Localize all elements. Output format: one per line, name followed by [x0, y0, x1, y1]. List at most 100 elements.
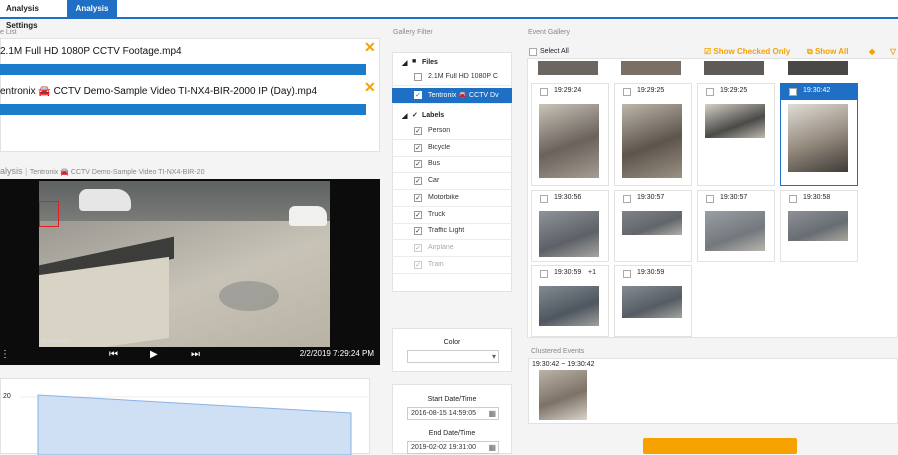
event-card[interactable]: 19:30:42 — [780, 83, 858, 186]
tree-label-checkbox[interactable]: ✓ — [414, 227, 422, 236]
chart-svg — [21, 394, 371, 455]
event-thumbnail[interactable] — [622, 211, 682, 235]
tree-label-item[interactable]: ✓ Motorbike — [392, 191, 512, 207]
event-checkbox[interactable] — [623, 270, 631, 278]
tree-label-item[interactable]: ✓ Airplane — [392, 241, 512, 257]
tree-label-text: Bus — [428, 160, 441, 168]
chart-area-series — [37, 394, 352, 455]
tree-labels-group[interactable]: ◢ ✓ Labels — [392, 109, 512, 125]
event-checkbox[interactable] — [623, 88, 631, 96]
event-thumbnail[interactable] — [539, 286, 599, 326]
select-all-label[interactable]: Select All — [540, 48, 569, 55]
tree-label-item[interactable]: ✓ Truck — [392, 208, 512, 224]
event-thumbnail[interactable] — [539, 211, 599, 257]
file-name-1[interactable]: 2.1M Full HD 1080P CCTV Footage.mp4 — [0, 46, 182, 57]
event-thumbnail[interactable] — [788, 211, 848, 241]
tree-label-item[interactable]: ✓ Train — [392, 258, 512, 274]
tree-label-item[interactable]: ✓ Bicycle — [392, 141, 512, 157]
tree-label-item[interactable]: ✓ Person — [392, 124, 512, 140]
tree-label-checkbox[interactable]: ✓ — [414, 160, 422, 169]
calendar-icon[interactable]: ▦ — [488, 442, 496, 453]
tree-label-item[interactable]: ✓ Car — [392, 174, 512, 191]
filter-icon[interactable]: ▽ — [890, 47, 896, 56]
tree-file-2-label: Tentronix 🚘 CCTV Dv — [428, 92, 499, 99]
analysis-prefix: alysis — [0, 166, 23, 176]
event-checkbox[interactable] — [789, 195, 797, 203]
scene-puddle — [219, 281, 279, 311]
tree-label-checkbox[interactable]: ✓ — [414, 210, 422, 219]
event-time: 19:30:58 — [803, 194, 831, 201]
tree-file-2-checkbox[interactable]: ✓ — [414, 91, 422, 99]
tree-label-checkbox[interactable]: ✓ — [414, 193, 422, 202]
checkbox-icon: ☑ — [704, 47, 712, 56]
event-checkbox[interactable] — [706, 88, 714, 96]
event-thumbnail[interactable] — [705, 211, 765, 251]
event-thumbnail[interactable] — [788, 104, 848, 172]
event-card[interactable]: 19:30:58 — [780, 190, 858, 262]
event-card-header: 19:29:25 — [698, 84, 774, 100]
prev-frame-icon[interactable]: ⏮ — [109, 349, 118, 360]
event-thumb-partial[interactable] — [788, 61, 848, 75]
tree-label-item[interactable]: ✓ Bus — [392, 157, 512, 174]
event-checkbox[interactable] — [789, 88, 797, 96]
tree-label-checkbox[interactable]: ✓ — [414, 127, 422, 135]
event-checkbox[interactable] — [540, 88, 548, 96]
show-checked-button[interactable]: ☑ Show Checked Only — [704, 47, 790, 56]
event-thumbnail[interactable] — [705, 104, 765, 138]
layers-icon[interactable]: ◆ — [869, 47, 875, 56]
event-thumbnail[interactable] — [622, 104, 682, 178]
end-date-field[interactable]: 2019-02-02 19:31:00 ▦ — [407, 441, 499, 454]
tree-label-checkbox[interactable]: ✓ — [414, 260, 422, 269]
clustered-range: 19:30:42 ~ 19:30:42 — [532, 361, 595, 368]
tree-label-item[interactable]: ✓ Traffic Light — [392, 224, 512, 241]
event-card[interactable]: 19:30:59 — [614, 265, 692, 337]
event-card[interactable]: 19:30:57 — [697, 190, 775, 262]
cluster-action-button[interactable] — [643, 438, 797, 454]
files-partial-check[interactable]: ■ — [412, 58, 416, 65]
tree-file-1-checkbox[interactable] — [414, 73, 422, 81]
fullscreen-icon[interactable]: ⋮ — [0, 349, 10, 360]
tree-label-checkbox[interactable]: ✓ — [414, 143, 422, 152]
tree-label-checkbox[interactable]: ✓ — [414, 243, 422, 252]
event-card[interactable]: 19:30:56 — [531, 190, 609, 262]
event-thumb-partial[interactable] — [704, 61, 764, 75]
labels-check[interactable]: ✓ — [412, 111, 418, 119]
show-checked-label: Show Checked Only — [713, 47, 791, 56]
event-card[interactable]: 19:29:25 — [697, 83, 775, 186]
event-checkbox[interactable] — [540, 195, 548, 203]
start-date-field[interactable]: 2016-08-15 14:59:05 ▦ — [407, 407, 499, 420]
video-player[interactable]: TENTRONIX ⋮ ⏮ ▶ ⏭ 2/2/2019 7:29:24 PM — [0, 179, 380, 365]
tree-file-2[interactable]: ✓ Tentronix 🚘 CCTV Dv — [392, 88, 512, 104]
play-icon[interactable]: ▶ — [150, 349, 158, 360]
tree-label-checkbox[interactable]: ✓ — [414, 177, 422, 186]
end-date-label: End Date/Time — [428, 430, 476, 437]
remove-file-2-close-icon[interactable]: ✕ — [364, 79, 376, 96]
event-thumb-partial[interactable] — [538, 61, 598, 75]
select-all-checkbox[interactable] — [529, 48, 537, 56]
collapse-icon[interactable]: ◢ — [402, 112, 407, 120]
file-name-2[interactable]: entronix 🚘 CCTV Demo-Sample Video TI-NX4… — [0, 86, 317, 97]
tab-analysis-settings[interactable]: Analysis Settings — [0, 0, 66, 30]
event-checkbox[interactable] — [540, 270, 548, 278]
event-time: 19:30:42 — [803, 87, 831, 94]
clustered-thumb[interactable] — [539, 370, 587, 420]
event-checkbox[interactable] — [623, 195, 631, 203]
event-thumb-partial[interactable] — [621, 61, 681, 75]
event-thumbnail[interactable] — [622, 286, 682, 318]
show-all-button[interactable]: ⧉ Show All — [807, 47, 848, 57]
tree-file-1[interactable]: 2.1M Full HD 1080P C — [392, 70, 512, 86]
event-time: 19:29:25 — [637, 87, 665, 94]
remove-file-1-close-icon[interactable]: ✕ — [364, 39, 376, 56]
tab-analysis[interactable]: Analysis — [67, 0, 117, 19]
calendar-icon[interactable]: ▦ — [488, 408, 496, 419]
event-card[interactable]: 19:30:57 — [614, 190, 692, 262]
color-select[interactable]: ▾ — [407, 350, 499, 363]
collapse-icon[interactable]: ◢ — [402, 59, 407, 67]
event-checkbox[interactable] — [706, 195, 714, 203]
next-frame-icon[interactable]: ⏭ — [191, 349, 200, 360]
event-thumbnail[interactable] — [539, 104, 599, 178]
event-card[interactable]: 19:29:25 — [614, 83, 692, 186]
event-card[interactable]: 19:30:59 +1 — [531, 265, 609, 337]
start-date-label: Start Date/Time — [427, 396, 477, 403]
event-card[interactable]: 19:29:24 — [531, 83, 609, 186]
